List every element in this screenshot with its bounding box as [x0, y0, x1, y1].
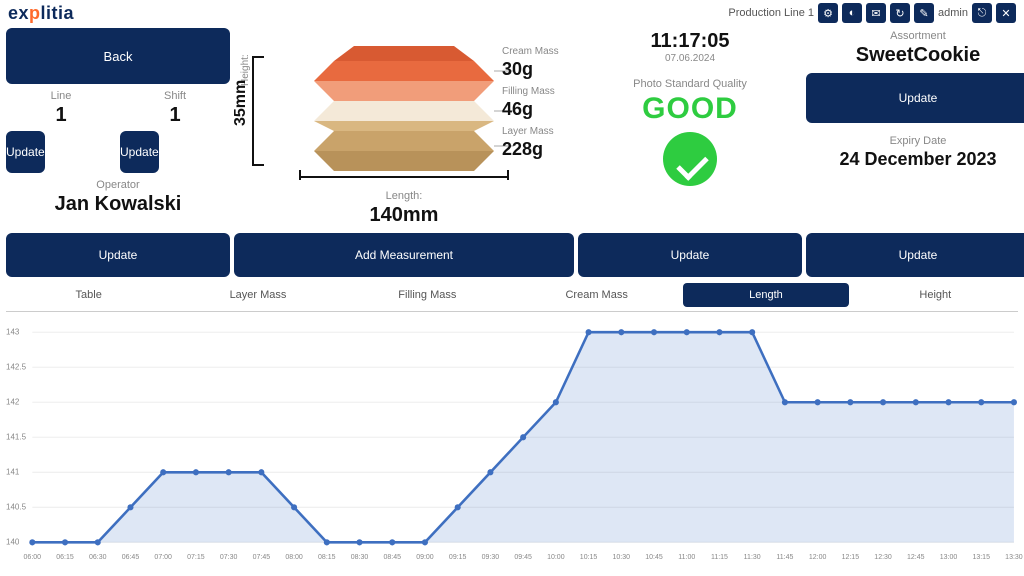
tab-layer-mass[interactable]: Layer Mass	[175, 283, 340, 307]
x-tick: 09:30	[482, 554, 500, 561]
shift-update-button[interactable]: Update	[120, 131, 159, 173]
tab-filling-mass[interactable]: Filling Mass	[345, 283, 510, 307]
x-tick: 07:15	[187, 554, 205, 561]
x-tick: 13:15	[972, 554, 990, 561]
layer-filling-value: 46g	[502, 99, 582, 120]
user-label: admin	[938, 7, 968, 19]
x-tick: 09:15	[449, 554, 467, 561]
x-tick: 11:00	[678, 554, 695, 561]
assortment-update-button[interactable]: Update	[806, 73, 1024, 123]
y-tick: 141	[6, 468, 19, 477]
assortment-value: SweetCookie	[804, 44, 1024, 67]
quality-label: Photo Standard Quality	[576, 78, 804, 90]
x-tick: 07:45	[253, 554, 271, 561]
check-icon	[663, 132, 717, 186]
x-tick: 08:45	[383, 554, 401, 561]
product-diagram: Height: 35mm Cream Mass 30g	[232, 26, 576, 231]
x-tick: 10:15	[580, 554, 598, 561]
mail-icon[interactable]: ✉	[866, 3, 886, 23]
moon-icon[interactable]: ◐	[842, 3, 862, 23]
x-tick: 13:30	[1005, 554, 1023, 561]
quality-update-button[interactable]: Update	[578, 233, 802, 277]
y-tick: 142	[6, 398, 19, 407]
tab-height[interactable]: Height	[853, 283, 1018, 307]
x-tick: 07:30	[220, 554, 238, 561]
x-tick: 08:00	[285, 554, 303, 561]
operator-label: Operator	[4, 179, 232, 191]
x-tick: 06:45	[122, 554, 140, 561]
x-tick: 08:30	[351, 554, 369, 561]
x-tick: 06:00	[24, 554, 42, 561]
layer-filling-label: Filling Mass	[502, 86, 582, 97]
y-tick: 142.5	[6, 363, 26, 372]
x-tick: 13:00	[940, 554, 958, 561]
close-icon[interactable]: ✕	[996, 3, 1016, 23]
y-tick: 141.5	[6, 433, 26, 442]
length-label: Length:	[232, 190, 576, 202]
y-tick: 140	[6, 538, 19, 547]
tab-table[interactable]: Table	[6, 283, 171, 307]
line-label: Line	[4, 90, 118, 102]
back-button[interactable]: Back	[6, 28, 230, 84]
expiry-value: 24 December 2023	[804, 149, 1024, 170]
x-tick: 06:15	[56, 554, 74, 561]
height-value: 35mm	[232, 80, 250, 126]
tab-length[interactable]: Length	[683, 283, 848, 307]
tab-cream-mass[interactable]: Cream Mass	[514, 283, 679, 307]
x-tick: 11:45	[776, 554, 793, 561]
length-chart: 140 140.5 141 141.5 142 142.5 143 06:00 06:15 06…	[6, 311, 1018, 561]
y-tick: 140.5	[6, 503, 26, 512]
x-tick: 09:45	[514, 554, 532, 561]
shift-value: 1	[118, 104, 232, 127]
x-tick: 10:45	[645, 554, 663, 561]
clock-time: 11:17:05	[576, 30, 804, 53]
expiry-update-button[interactable]: Update	[806, 233, 1024, 277]
layer-layer-label: Layer Mass	[502, 126, 582, 137]
operator-value: Jan Kowalski	[4, 193, 232, 216]
quality-value: GOOD	[576, 92, 804, 126]
x-tick: 09:00	[416, 554, 434, 561]
x-tick: 10:00	[547, 554, 565, 561]
y-tick: 143	[6, 328, 19, 337]
gear-icon[interactable]: ⚙	[818, 3, 838, 23]
logout-icon[interactable]: ⎋	[972, 3, 992, 23]
x-tick: 12:15	[842, 554, 860, 561]
edit-icon[interactable]: ✎	[914, 3, 934, 23]
line-value: 1	[4, 104, 118, 127]
logo: explitia	[8, 3, 74, 24]
x-tick: 08:15	[318, 554, 336, 561]
shift-label: Shift	[118, 90, 232, 102]
x-tick: 11:30	[744, 554, 761, 561]
x-tick: 12:30	[874, 554, 892, 561]
x-tick: 12:00	[809, 554, 827, 561]
assortment-label: Assortment	[804, 30, 1024, 42]
refresh-icon[interactable]: ↻	[890, 3, 910, 23]
layer-cream-label: Cream Mass	[502, 46, 582, 57]
layer-layer-value: 228g	[502, 139, 582, 160]
operator-update-button[interactable]: Update	[6, 233, 230, 277]
add-measurement-button[interactable]: Add Measurement	[234, 233, 574, 277]
layer-cream-value: 30g	[502, 59, 582, 80]
length-value: 140mm	[232, 204, 576, 227]
clock-date: 07.06.2024	[576, 53, 804, 64]
expiry-label: Expiry Date	[804, 135, 1024, 147]
x-tick: 10:30	[613, 554, 631, 561]
line-update-button[interactable]: Update	[6, 131, 45, 173]
context-label: Production Line 1	[728, 7, 814, 19]
x-tick: 12:45	[907, 554, 925, 561]
x-tick: 06:30	[89, 554, 107, 561]
x-tick: 07:00	[154, 554, 172, 561]
x-tick: 11:15	[711, 554, 728, 561]
